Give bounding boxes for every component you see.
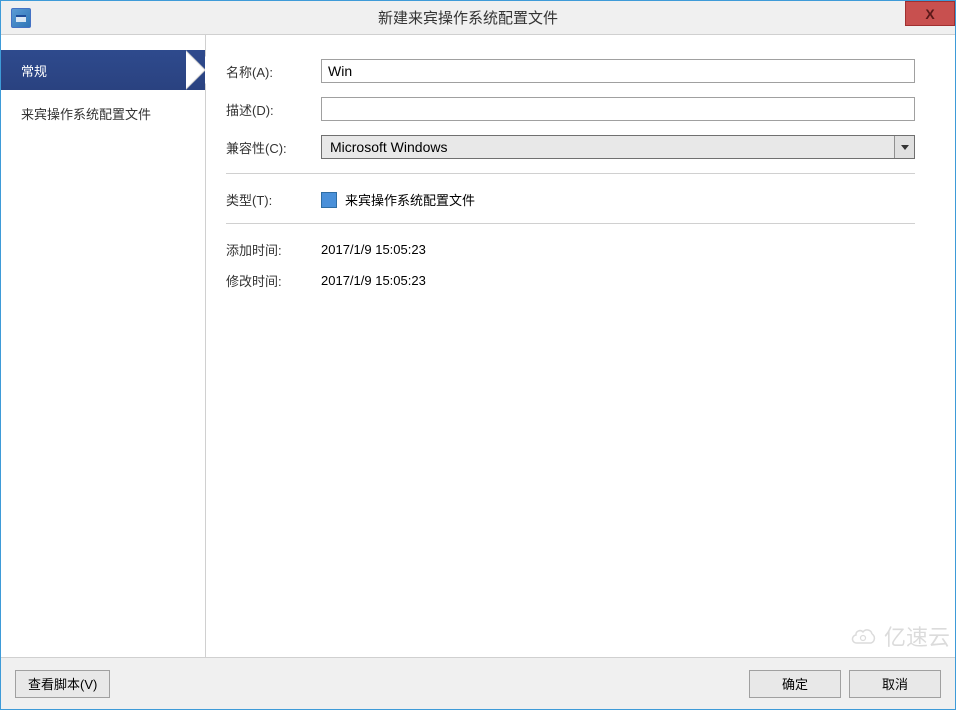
modified-time-value: 2017/1/9 15:05:23 (321, 273, 426, 288)
sidebar-item-general[interactable]: 常规 (1, 50, 205, 90)
body-area: 常规 来宾操作系统配置文件 名称(A): 描述(D): 兼容性(C): Micr… (1, 35, 955, 657)
description-input[interactable] (321, 97, 915, 121)
compatibility-value: Microsoft Windows (322, 136, 894, 158)
divider (226, 173, 915, 174)
name-input[interactable] (321, 59, 915, 83)
description-label: 描述(D): (226, 100, 321, 119)
ok-button[interactable]: 确定 (749, 670, 841, 698)
dialog-window: 新建来宾操作系统配置文件 X 常规 来宾操作系统配置文件 名称(A): 描述(D… (0, 0, 956, 710)
type-label: 类型(T): (226, 190, 321, 209)
view-script-button[interactable]: 查看脚本(V) (15, 670, 110, 698)
compatibility-select[interactable]: Microsoft Windows (321, 135, 915, 159)
sidebar-item-label: 常规 (21, 61, 47, 80)
close-button[interactable]: X (905, 1, 955, 26)
titlebar: 新建来宾操作系统配置文件 X (1, 1, 955, 35)
added-time-label: 添加时间: (226, 240, 321, 259)
profile-icon (321, 192, 337, 208)
app-icon (11, 8, 31, 28)
modified-time-label: 修改时间: (226, 271, 321, 290)
close-icon: X (925, 6, 934, 22)
sidebar-arrow-icon (186, 50, 206, 90)
footer: 查看脚本(V) 确定 取消 (1, 657, 955, 709)
divider (226, 223, 915, 224)
chevron-down-icon (894, 136, 914, 158)
added-time-value: 2017/1/9 15:05:23 (321, 242, 426, 257)
sidebar-item-guest-os-profile[interactable]: 来宾操作系统配置文件 (1, 90, 205, 137)
sidebar-item-label: 来宾操作系统配置文件 (21, 107, 151, 122)
dialog-title: 新建来宾操作系统配置文件 (31, 7, 955, 28)
name-label: 名称(A): (226, 62, 321, 81)
content-area: 名称(A): 描述(D): 兼容性(C): Microsoft Windows … (206, 35, 955, 657)
type-value: 来宾操作系统配置文件 (345, 190, 475, 209)
sidebar: 常规 来宾操作系统配置文件 (1, 35, 206, 657)
compatibility-label: 兼容性(C): (226, 138, 321, 157)
cancel-button[interactable]: 取消 (849, 670, 941, 698)
